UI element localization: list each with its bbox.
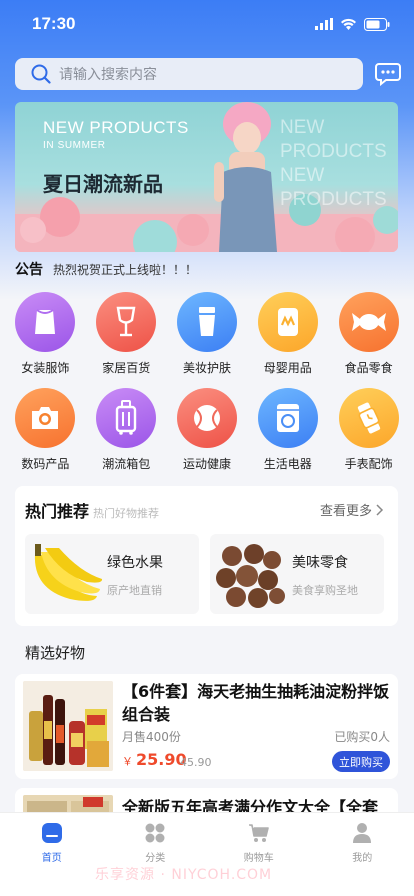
category-label: 数码产品 [21, 457, 70, 471]
product-price: ￥ 25.90 [122, 750, 187, 769]
hot-subtitle: 热门好物推荐 [93, 507, 160, 520]
category-icon-wrap [15, 388, 76, 448]
ball-icon [193, 405, 220, 431]
baby-bottle-icon [277, 308, 298, 336]
hot-item-snack[interactable]: 美味零食 美食享购圣地 [210, 534, 384, 614]
search-input[interactable]: 请输入搜索内容 [15, 58, 363, 90]
message-icon[interactable] [375, 62, 401, 86]
category-grid: 女装服饰 家居百货 美妆护肤 母婴用品 食品零食 数码产品 潮流箱包 运动健康 … [5, 292, 409, 474]
category-item[interactable]: 母婴用品 [247, 292, 328, 378]
category-label: 美妆护肤 [182, 361, 231, 375]
hot-item-desc: 美食享购圣地 [292, 584, 358, 597]
product-image [23, 681, 113, 771]
category-icon-wrap [257, 388, 318, 448]
hot-item-fruit[interactable]: 绿色水果 原产地直销 [25, 534, 199, 614]
category-icon [145, 823, 165, 843]
candy-icon [351, 313, 386, 331]
product-original-price: 45.90 [180, 756, 212, 769]
hot-title: 热门推荐 [25, 502, 90, 521]
watermark: 乐享资源 · NIYCOH.COM [95, 867, 273, 883]
product-card[interactable]: 【6件套】海天老抽生抽耗油淀粉拌饭组合装 月售400份 已购买0人 ￥ 25.90… [15, 674, 398, 779]
category-item[interactable]: 美妆护肤 [167, 292, 248, 378]
category-icon-wrap [15, 292, 76, 352]
home-icon [41, 823, 62, 843]
watch-icon [357, 402, 380, 434]
see-more-label: 查看更多 [319, 504, 372, 519]
category-icon-wrap [338, 292, 399, 352]
hot-item-desc: 原产地直销 [107, 584, 162, 597]
product-bought-count: 已购买0人 [334, 730, 390, 744]
currency-symbol: ￥ [122, 755, 133, 768]
banana-image [34, 544, 103, 601]
dress-icon [35, 309, 56, 334]
category-label: 潮流箱包 [102, 457, 151, 471]
wifi-icon [341, 18, 356, 30]
cart-icon [248, 824, 269, 842]
tab-label: 分类 [145, 853, 166, 864]
tab-home[interactable]: 首页 [0, 813, 104, 896]
hot-header: 热门推荐 热门好物推荐 [25, 498, 159, 522]
category-label: 手表配饰 [344, 457, 393, 471]
search-row: 请输入搜索内容 [15, 58, 401, 90]
category-icon-wrap [338, 388, 399, 448]
tab-profile[interactable]: 我的 [311, 813, 414, 896]
tab-label: 首页 [41, 853, 62, 864]
tab-label: 购物车 [243, 853, 274, 864]
category-item[interactable]: 运动健康 [167, 388, 248, 474]
category-item[interactable]: 女装服饰 [5, 292, 86, 378]
wine-glass-icon [116, 306, 136, 337]
washing-machine-icon [276, 404, 299, 432]
cosmetic-tube-icon [198, 307, 215, 336]
category-icon-wrap [96, 292, 157, 352]
promo-banner[interactable]: NEW PRODUCTS IN SUMMER 夏日潮流新品 NEW PRODUC… [15, 102, 398, 252]
banner-title: 夏日潮流新品 [43, 172, 163, 196]
notice-bar[interactable]: 公告 热烈祝贺正式上线啦！！！ [15, 258, 197, 280]
category-item[interactable]: 食品零食 [328, 292, 409, 378]
category-item[interactable]: 潮流箱包 [86, 388, 167, 474]
category-label: 食品零食 [344, 361, 393, 375]
category-label: 生活电器 [263, 457, 312, 471]
banner-ghost-line1: NEW PRODUCTS [280, 117, 387, 162]
sauce-bottles-image [23, 681, 113, 771]
search-placeholder: 请输入搜索内容 [59, 67, 157, 83]
see-more-link[interactable]: 查看更多 [320, 500, 384, 519]
notice-tag: 公告 [15, 262, 43, 278]
featured-title: 精选好物 [25, 644, 86, 662]
profile-icon [353, 823, 372, 843]
category-label: 家居百货 [102, 361, 151, 375]
category-label: 运动健康 [182, 457, 231, 471]
notice-text: 热烈祝贺正式上线啦！！！ [53, 262, 198, 277]
banner-ghost-text: NEW PRODUCTS NEW PRODUCTS [280, 116, 398, 212]
chocolate-balls-image [216, 544, 285, 608]
tab-label: 我的 [352, 853, 373, 864]
category-icon-wrap [176, 292, 237, 352]
status-time: 17:30 [32, 14, 76, 33]
signal-icon [315, 18, 333, 30]
category-label: 女装服饰 [21, 361, 70, 375]
status-bar: 17:30 [0, 0, 414, 48]
product-monthly-sales: 月售400份 [122, 730, 181, 744]
category-label: 母婴用品 [263, 361, 312, 375]
hot-recommend-card: 热门推荐 热门好物推荐 查看更多 绿色水果 原产地直销 美味零食 美食享购圣地 [15, 486, 398, 626]
category-icon-wrap [96, 388, 157, 448]
category-item[interactable]: 生活电器 [247, 388, 328, 474]
status-icons [315, 17, 390, 31]
category-item[interactable]: 数码产品 [5, 388, 86, 474]
category-icon-wrap [176, 388, 237, 448]
hot-item-name: 美味零食 [292, 555, 348, 571]
battery-icon [364, 17, 390, 31]
chevron-right-icon [376, 503, 384, 516]
camera-icon [32, 407, 59, 429]
buy-now-button[interactable]: 立即购买 [332, 751, 390, 772]
category-item[interactable]: 手表配饰 [328, 388, 409, 474]
category-item[interactable]: 家居百货 [86, 292, 167, 378]
banner-line1: NEW PRODUCTS [43, 118, 189, 137]
banner-ghost-line2: NEW PRODUCTS [280, 165, 387, 210]
search-icon [31, 64, 51, 84]
product-title: 【6件套】海天老抽生抽耗油淀粉拌饭组合装 [122, 682, 390, 724]
banner-line2: IN SUMMER [43, 140, 106, 151]
category-icon-wrap [257, 292, 318, 352]
hot-item-name: 绿色水果 [107, 555, 163, 571]
luggage-icon [115, 400, 137, 435]
